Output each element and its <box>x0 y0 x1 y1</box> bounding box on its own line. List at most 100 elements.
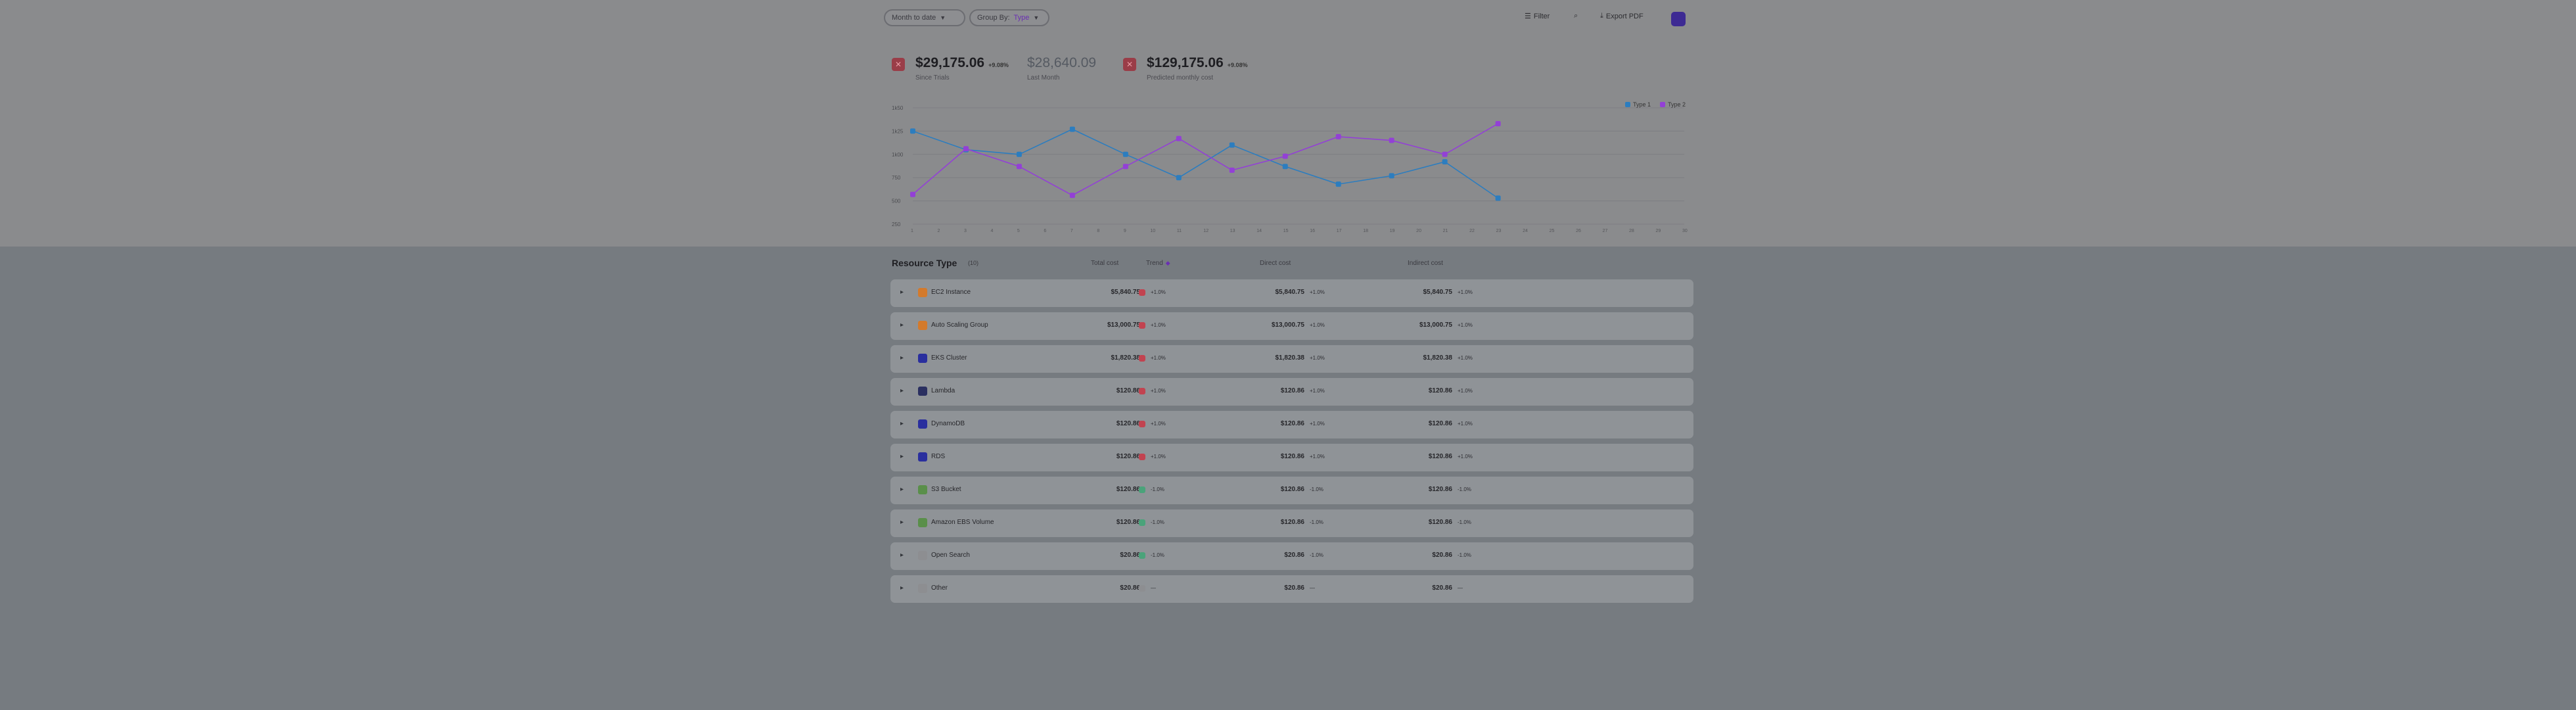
data-point[interactable] <box>1495 195 1501 201</box>
metric-value: $129,175.06 +9.08% <box>1147 55 1248 70</box>
x-tick-label: 29 <box>1656 229 1661 233</box>
data-point[interactable] <box>1442 151 1448 157</box>
filter-button[interactable]: ☰ Filter <box>1525 12 1550 21</box>
expand-icon[interactable]: ▸ <box>900 486 904 493</box>
total-cost: $120.86 <box>1116 519 1140 526</box>
x-tick-label: 14 <box>1256 229 1262 233</box>
app-icon-button[interactable] <box>1671 12 1686 26</box>
legend-item-type-2[interactable]: Type 2 <box>1659 101 1686 108</box>
expand-icon[interactable]: ▸ <box>900 519 904 526</box>
data-point[interactable] <box>1069 126 1075 132</box>
table-row[interactable]: ▸ DynamoDB $120.86 +1.0% $120.86 +1.0% $120.86… <box>890 411 1693 438</box>
resource-type-title: Resource Type <box>892 258 957 268</box>
metric-value: $29,175.06 +9.08% <box>915 55 1009 70</box>
resource-name: Amazon EBS Volume <box>931 519 994 526</box>
trend-indicator-icon <box>1139 585 1145 592</box>
data-point[interactable] <box>1176 135 1182 141</box>
data-point[interactable] <box>1389 137 1394 143</box>
direct-cost: $20.86 <box>1284 552 1304 559</box>
direct-cost: $5,840.75 <box>1275 289 1305 296</box>
x-tick-label: 22 <box>1469 229 1475 233</box>
expand-icon[interactable]: ▸ <box>900 354 904 362</box>
data-point[interactable] <box>1335 133 1341 139</box>
data-point[interactable] <box>1495 121 1501 127</box>
resource-icon <box>918 584 927 593</box>
col-direct-cost[interactable]: Direct cost <box>1260 260 1291 267</box>
expand-icon[interactable]: ▸ <box>900 420 904 427</box>
summary-metrics: ✕ $29,175.06 +9.08% Since Trials $28,640.… <box>892 55 1692 88</box>
x-tick-label: 4 <box>990 229 993 233</box>
data-point[interactable] <box>1335 181 1341 187</box>
trend-indicator-icon <box>1139 486 1145 493</box>
group-by-value: Type <box>1013 14 1030 22</box>
expand-icon[interactable]: ▸ <box>900 453 904 460</box>
table-row[interactable]: ▸ S3 Bucket $120.86 -1.0% $120.86 -1.0% $120.8… <box>890 477 1693 504</box>
metric-change: +9.08% <box>1227 62 1248 68</box>
data-point[interactable] <box>1229 142 1235 148</box>
data-point[interactable] <box>1016 151 1022 157</box>
search-button[interactable]: ⌕ <box>1574 12 1578 20</box>
data-point[interactable] <box>1016 164 1022 170</box>
direct-change: +1.0% <box>1310 388 1325 394</box>
data-point[interactable] <box>1442 159 1448 165</box>
trend-value: — <box>1151 585 1156 591</box>
data-point[interactable] <box>910 128 915 134</box>
col-trend[interactable]: Trend ◆ <box>1146 260 1170 267</box>
data-point[interactable] <box>1176 175 1182 181</box>
expand-icon[interactable]: ▸ <box>900 552 904 559</box>
table-row[interactable]: ▸ Other $20.86 — $20.86 — $20.86 — <box>890 575 1693 603</box>
expand-icon[interactable]: ▸ <box>900 289 904 296</box>
resource-name: DynamoDB <box>931 420 965 427</box>
x-tick-label: 1 <box>911 229 913 233</box>
resource-count: (10) <box>968 260 979 266</box>
resource-name: Auto Scaling Group <box>931 321 988 329</box>
direct-cost: $1,820.38 <box>1275 354 1305 362</box>
indirect-change: -1.0% <box>1458 519 1471 525</box>
y-tick-label: 1k00 <box>892 152 904 158</box>
indirect-cost: $20.86 <box>1432 584 1452 592</box>
data-point[interactable] <box>1282 164 1288 170</box>
col-indirect-cost[interactable]: Indirect cost <box>1408 260 1443 267</box>
indirect-cost: $1,820.38 <box>1423 354 1453 362</box>
data-point[interactable] <box>1122 151 1128 157</box>
data-point[interactable] <box>910 191 915 197</box>
chevron-down-icon: ▼ <box>1033 14 1040 21</box>
table-row[interactable]: ▸ EKS Cluster $1,820.38 +1.0% $1,820.38 +1.0%… <box>890 345 1693 373</box>
table-row[interactable]: ▸ EC2 Instance $5,840.75 +1.0% $5,840.75 +1.0… <box>890 279 1693 307</box>
direct-cost: $13,000.75 <box>1271 321 1304 329</box>
direct-change: -1.0% <box>1310 519 1323 525</box>
table-row[interactable]: ▸ Amazon EBS Volume $120.86 -1.0% $120.86 -1.… <box>890 509 1693 537</box>
group-by-dropdown[interactable]: Group By: Type ▼ <box>969 9 1049 26</box>
trend-value: +1.0% <box>1151 454 1166 460</box>
total-cost: $120.86 <box>1116 486 1140 493</box>
col-total-cost[interactable]: Total cost <box>1091 260 1118 267</box>
date-filter-label: Month to date <box>892 14 936 22</box>
indirect-change: +1.0% <box>1458 421 1473 427</box>
data-point[interactable] <box>1229 167 1235 173</box>
export-pdf-button[interactable]: ⤓ Export PDF <box>1600 12 1644 20</box>
table-row[interactable]: ▸ Lambda $120.86 +1.0% $120.86 +1.0% $120.86 +1… <box>890 378 1693 406</box>
expand-icon[interactable]: ▸ <box>900 584 904 592</box>
table-row[interactable]: ▸ Auto Scaling Group $13,000.75 +1.0% $13,00… <box>890 312 1693 340</box>
table-row[interactable]: ▸ RDS $120.86 +1.0% $120.86 +1.0% $120.86 +1.0% <box>890 444 1693 471</box>
data-point[interactable] <box>1069 193 1075 199</box>
legend-item-type-1[interactable]: Type 1 <box>1624 101 1651 108</box>
series-line <box>912 128 1499 199</box>
metric-label: Predicted monthly cost <box>1147 74 1214 82</box>
x-tick-label: 11 <box>1177 229 1182 233</box>
date-filter-dropdown[interactable]: Month to date ▼ <box>884 9 965 26</box>
trend-indicator-icon <box>1139 388 1145 394</box>
direct-change: — <box>1310 585 1315 591</box>
expand-icon[interactable]: ▸ <box>900 321 904 329</box>
trend-value: +1.0% <box>1151 388 1166 394</box>
indirect-change: +1.0% <box>1458 289 1473 295</box>
data-point[interactable] <box>1282 153 1288 159</box>
data-point[interactable] <box>1122 164 1128 170</box>
resource-icon <box>918 452 927 462</box>
data-point[interactable] <box>963 146 969 152</box>
metric-value: $28,640.09 <box>1027 55 1097 70</box>
resource-name: EC2 Instance <box>931 289 971 296</box>
data-point[interactable] <box>1389 173 1394 179</box>
expand-icon[interactable]: ▸ <box>900 387 904 394</box>
table-row[interactable]: ▸ Open Search $20.86 -1.0% $20.86 -1.0% $20.86… <box>890 542 1693 570</box>
